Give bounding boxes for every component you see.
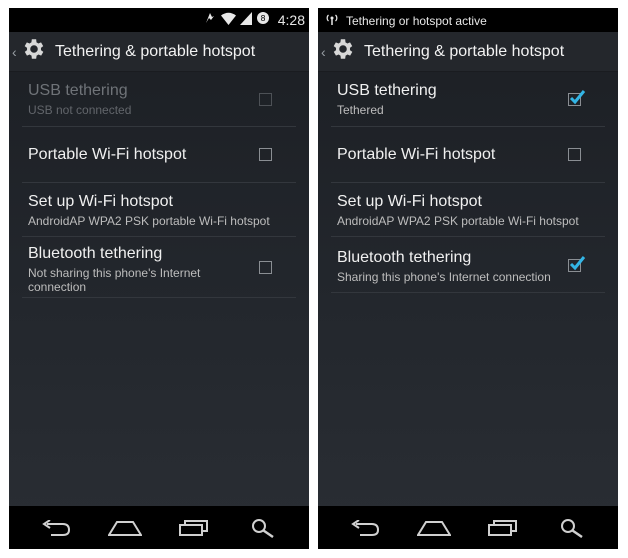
recent-apps-icon[interactable] [174,513,214,543]
list-item-bluetooth-tethering[interactable]: Bluetooth tethering Sharing this phone's… [331,237,605,293]
back-icon[interactable] [345,513,385,543]
item-title: USB tethering [28,82,128,99]
recent-apps-icon[interactable] [483,513,523,543]
wifi-hotspot-checkbox[interactable] [259,148,272,161]
up-caret-icon[interactable]: ‹ [12,44,20,60]
item-summary: AndroidAP WPA2 PSK portable Wi-Fi hotspo… [28,214,270,228]
item-summary: USB not connected [28,103,132,117]
list-item-usb-tethering[interactable]: USB tethering Tethered [331,72,605,127]
search-icon[interactable] [552,513,592,543]
settings-list: USB tethering Tethered Portable Wi-Fi ho… [318,72,618,293]
item-title: Portable Wi-Fi hotspot [337,146,496,163]
phone-screen-left: 8 4:28 ‹ Tethering & portable hotspot US… [9,8,309,549]
navigation-bar [318,506,618,549]
svg-text:8: 8 [260,14,265,23]
action-bar[interactable]: ‹ Tethering & portable hotspot [318,32,618,72]
hotspot-icon [326,13,338,28]
item-title: Set up Wi-Fi hotspot [337,193,482,210]
bluetooth-tethering-checkbox[interactable] [259,261,272,274]
page-title: Tethering & portable hotspot [364,42,565,60]
item-summary: Tethered [337,103,384,117]
checkmark-icon [569,256,586,271]
list-item-usb-tethering: USB tethering USB not connected [22,72,296,127]
item-title: Bluetooth tethering [337,249,472,266]
search-icon[interactable] [243,513,283,543]
status-bar: 8 4:28 [9,8,309,32]
item-title: Set up Wi-Fi hotspot [28,193,173,210]
settings-gear-icon[interactable] [20,36,47,67]
page-title: Tethering & portable hotspot [55,42,256,60]
list-item-setup-hotspot[interactable]: Set up Wi-Fi hotspot AndroidAP WPA2 PSK … [22,183,296,237]
settings-gear-icon[interactable] [329,36,356,67]
list-item-bluetooth-tethering[interactable]: Bluetooth tethering Not sharing this pho… [22,237,296,298]
action-bar[interactable]: ‹ Tethering & portable hotspot [9,32,309,72]
usb-tethering-checkbox [259,93,272,106]
item-summary: Sharing this phone's Internet connection [337,270,551,284]
bluetooth-tethering-checkbox[interactable] [568,256,586,272]
usb-tethering-checkbox[interactable] [568,90,586,106]
usb-debug-icon [203,11,217,28]
list-item-wifi-hotspot[interactable]: Portable Wi-Fi hotspot [22,127,296,183]
up-caret-icon[interactable]: ‹ [321,44,329,60]
status-bar: Tethering or hotspot active [318,8,618,32]
list-item-wifi-hotspot[interactable]: Portable Wi-Fi hotspot [331,127,605,183]
status-notification-text: Tethering or hotspot active [346,13,487,28]
back-icon[interactable] [36,513,76,543]
wifi-hotspot-checkbox[interactable] [568,148,581,161]
item-summary: Not sharing this phone's Internet connec… [28,266,201,294]
phone-screen-right: Tethering or hotspot active ‹ Tethering … [318,8,618,549]
wifi-icon [220,12,236,28]
checkmark-icon [569,90,586,105]
home-icon[interactable] [105,513,145,543]
item-title: Portable Wi-Fi hotspot [28,146,187,163]
alarm-icon: 8 [256,11,270,28]
list-item-setup-hotspot[interactable]: Set up Wi-Fi hotspot AndroidAP WPA2 PSK … [331,183,605,237]
item-title: USB tethering [337,82,437,99]
item-title: Bluetooth tethering [28,245,163,262]
status-time: 4:28 [277,11,305,28]
signal-icon [239,11,252,28]
navigation-bar [9,506,309,549]
home-icon[interactable] [414,513,454,543]
item-summary: AndroidAP WPA2 PSK portable Wi-Fi hotspo… [337,214,579,228]
settings-list: USB tethering USB not connected Portable… [9,72,309,298]
